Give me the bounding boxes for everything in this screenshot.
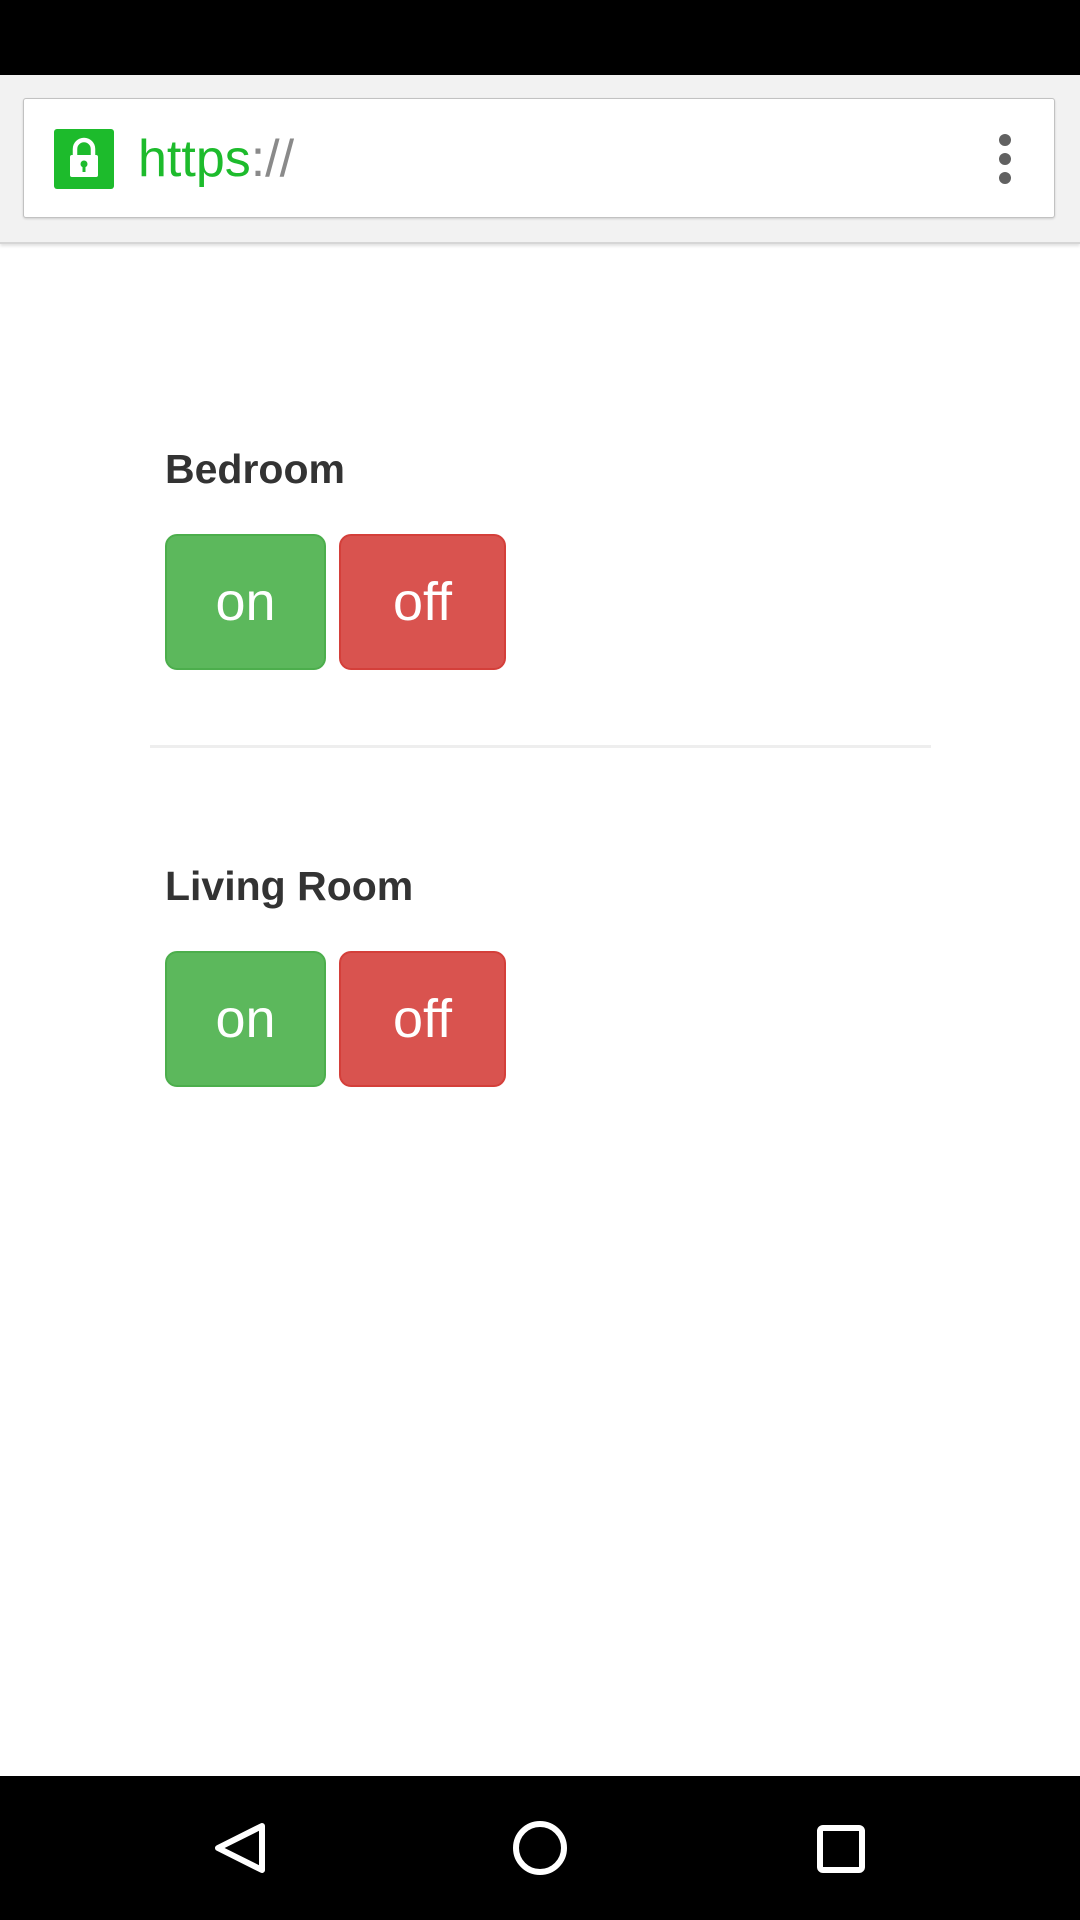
bedroom-on-button[interactable]: on [165,534,326,670]
back-button[interactable] [190,1798,290,1898]
menu-button[interactable] [980,125,1030,193]
navigation-bar [0,1776,1080,1920]
url-separator: :// [250,130,295,188]
recents-button[interactable] [790,1798,890,1898]
home-circle-icon [513,1821,567,1875]
url-text[interactable]: https:// [138,126,294,192]
back-triangle-icon [215,1823,265,1873]
page-content: Bedroom on off Living Room on off [0,244,1080,1776]
browser-toolbar: https:// [0,75,1080,244]
url-scheme: https [138,130,251,188]
home-button[interactable] [490,1798,590,1898]
living-room-on-button[interactable]: on [165,951,326,1087]
address-bar[interactable]: https:// [23,98,1055,218]
room-title-bedroom: Bedroom [165,446,345,492]
lock-icon[interactable] [54,129,114,189]
recents-square-icon [817,1825,865,1873]
status-bar [0,0,1080,75]
room-divider [150,745,931,748]
vertical-dots-icon [999,134,1011,184]
living-room-off-button[interactable]: off [339,951,506,1087]
bedroom-off-button[interactable]: off [339,534,506,670]
room-title-living-room: Living Room [165,863,414,909]
